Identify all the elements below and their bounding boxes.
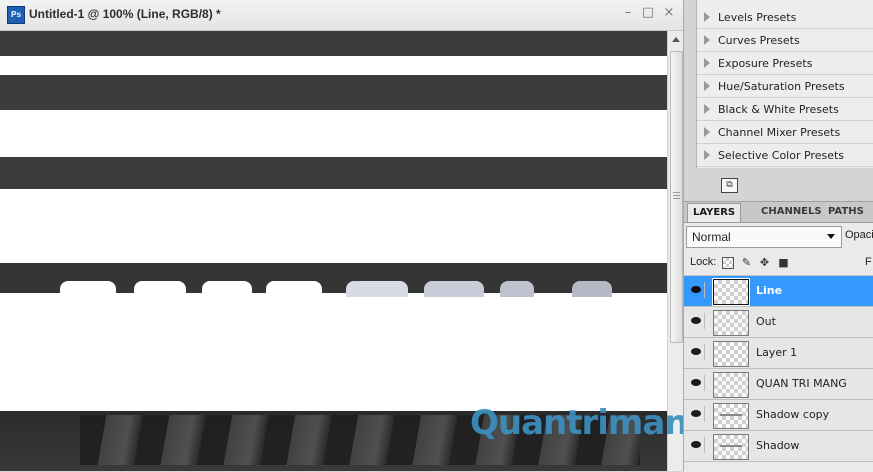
watermark: Quantrimang (470, 403, 712, 443)
eye-icon (691, 317, 701, 324)
layer-name: Line (756, 284, 783, 297)
opacity-label: Opaci (845, 229, 873, 241)
eye-icon (691, 348, 701, 355)
layer-row-quan-tri-mang[interactable]: QUAN TRI MANG (684, 369, 873, 400)
eye-icon (691, 410, 701, 417)
lock-label: Lock: (690, 256, 717, 268)
layer-row-out[interactable]: Out (684, 307, 873, 338)
layer-name: Shadow copy (756, 408, 830, 421)
brush-icon[interactable]: ✎ (740, 256, 753, 269)
layer-thumbnail (713, 310, 749, 336)
expand-triangle-icon[interactable] (704, 58, 710, 68)
layer-row-line[interactable]: Line (684, 276, 873, 307)
lock-row: Lock: ✎ ✥ ■ F (684, 251, 873, 276)
chevron-down-icon (827, 234, 835, 239)
letter-shape (266, 281, 322, 297)
layer-thumbnail (713, 372, 749, 398)
blend-mode-select[interactable]: Normal (686, 226, 842, 248)
canvas-dark-band (0, 157, 667, 189)
lock-transparency-icon[interactable] (722, 257, 734, 269)
layer-row-shadow[interactable]: Shadow (684, 431, 873, 462)
layers-panel: LAYERS CHANNELS PATHS Normal Opaci Lock:… (684, 201, 873, 472)
eye-icon (691, 441, 701, 448)
preset-curves[interactable]: Curves Presets (697, 29, 873, 52)
letter-shape (346, 281, 408, 297)
preset-hue-saturation[interactable]: Hue/Saturation Presets (697, 75, 873, 98)
document-window: Ps Untitled-1 @ 100% (Line, RGB/8) * – □… (0, 0, 712, 471)
minimize-button[interactable]: – (620, 5, 636, 21)
scroll-thumb[interactable] (670, 51, 683, 343)
expand-triangle-icon[interactable] (704, 81, 710, 91)
close-button[interactable]: × (661, 5, 677, 21)
preset-label: Levels Presets (718, 11, 797, 24)
expand-triangle-icon[interactable] (704, 12, 710, 22)
visibility-toggle[interactable] (688, 313, 705, 329)
maximize-button[interactable]: □ (640, 5, 656, 21)
expand-triangle-icon[interactable] (704, 150, 710, 160)
letter-shape (202, 281, 252, 297)
preset-selective-color[interactable]: Selective Color Presets (697, 144, 873, 167)
letter-shape (424, 281, 484, 297)
document-titlebar[interactable]: Ps Untitled-1 @ 100% (Line, RGB/8) * – □… (0, 0, 683, 31)
visibility-toggle[interactable] (688, 406, 705, 422)
canvas-dark-band (0, 75, 667, 110)
thumbnail-content (720, 414, 742, 416)
tab-layers[interactable]: LAYERS (687, 203, 742, 222)
layer-thumbnail (713, 403, 749, 429)
grip-icon (673, 192, 680, 199)
blend-mode-value: Normal (692, 230, 731, 244)
layer-name: QUAN TRI MANG (756, 377, 847, 390)
visibility-toggle[interactable] (688, 282, 705, 298)
preset-label: Exposure Presets (718, 57, 813, 70)
preset-exposure[interactable]: Exposure Presets (697, 52, 873, 75)
expand-triangle-icon[interactable] (704, 127, 710, 137)
preset-black-white[interactable]: Black & White Presets (697, 98, 873, 121)
move-icon[interactable]: ✥ (758, 256, 771, 269)
fill-label: F (865, 256, 872, 268)
adjustments-presets-list: Levels Presets Curves Presets Exposure P… (696, 0, 873, 168)
canvas-dark-band (0, 31, 667, 56)
preset-label: Channel Mixer Presets (718, 126, 841, 139)
layer-row-shadow-copy[interactable]: Shadow copy (684, 400, 873, 431)
layer-thumbnail (713, 341, 749, 367)
adjustment-panel-icon[interactable]: ⧉ (721, 178, 738, 193)
preset-label: Hue/Saturation Presets (718, 80, 845, 93)
layer-name: Shadow (756, 439, 800, 452)
layer-row-layer-1[interactable]: Layer 1 (684, 338, 873, 369)
preset-channel-mixer[interactable]: Channel Mixer Presets (697, 121, 873, 144)
text-letter-tops (60, 281, 660, 297)
layer-name: Out (756, 315, 776, 328)
panel-tabs: LAYERS CHANNELS PATHS (684, 202, 873, 223)
tab-paths[interactable]: PATHS (823, 203, 869, 221)
visibility-toggle[interactable] (688, 344, 705, 360)
letter-shape (134, 281, 186, 297)
letter-shape (500, 281, 534, 297)
layer-name: Layer 1 (756, 346, 798, 359)
document-title: Untitled-1 @ 100% (Line, RGB/8) * (29, 7, 221, 21)
visibility-toggle[interactable] (688, 375, 705, 391)
expand-triangle-icon[interactable] (704, 104, 710, 114)
right-panel-dock: Levels Presets Curves Presets Exposure P… (683, 0, 873, 472)
eye-icon (691, 286, 701, 293)
letter-shape (572, 281, 612, 297)
preset-label: Selective Color Presets (718, 149, 845, 162)
preset-levels[interactable]: Levels Presets (697, 6, 873, 29)
preset-label: Black & White Presets (718, 103, 839, 116)
preset-label: Curves Presets (718, 34, 800, 47)
thumbnail-content (720, 445, 742, 447)
eye-icon (691, 379, 701, 386)
expand-triangle-icon[interactable] (704, 35, 710, 45)
layer-thumbnail (712, 278, 750, 306)
layer-thumbnail (713, 434, 749, 460)
visibility-toggle[interactable] (688, 437, 705, 453)
tab-channels[interactable]: CHANNELS (756, 203, 827, 221)
lock-icon[interactable]: ■ (777, 256, 790, 269)
letter-shape (60, 281, 116, 297)
scroll-up-icon[interactable] (672, 37, 680, 42)
photoshop-app-icon: Ps (7, 6, 25, 24)
